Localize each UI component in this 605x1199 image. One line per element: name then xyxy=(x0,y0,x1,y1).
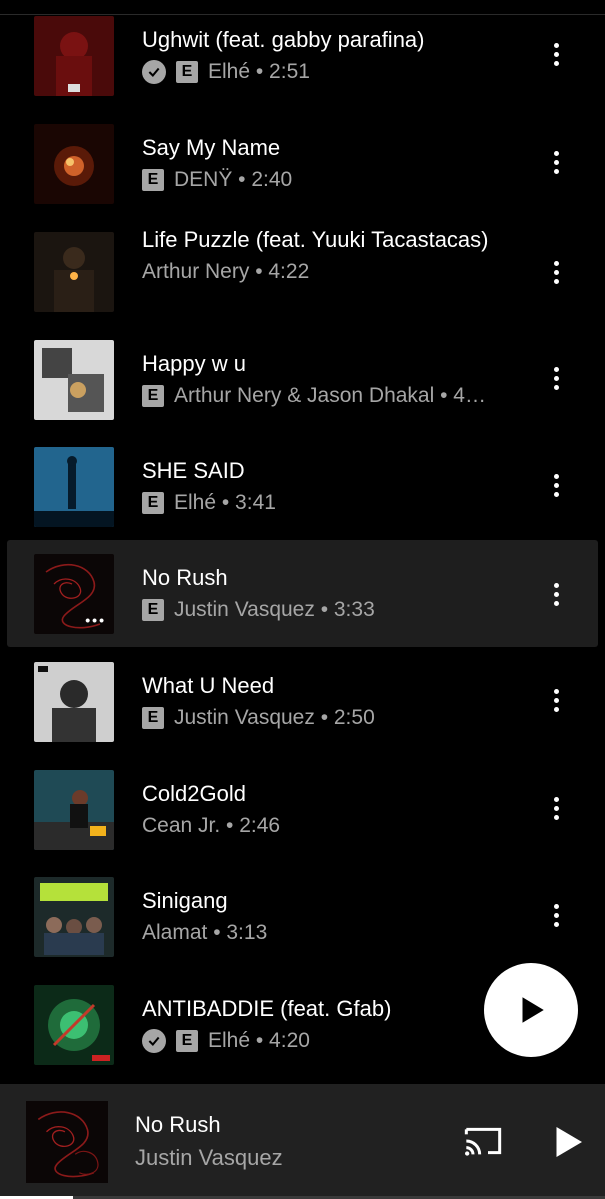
track-artist-duration: Elhé • 2:51 xyxy=(208,60,310,83)
track-title: Ughwit (feat. gabby parafina) xyxy=(142,27,425,52)
track-meta: Arthur Nery • 4:22 xyxy=(142,258,522,286)
track-row[interactable]: SHE SAID E Elhé • 3:41 xyxy=(0,431,605,538)
track-row[interactable]: Say My Name E DENŸ • 2:40 xyxy=(0,108,605,215)
track-artwork xyxy=(34,985,114,1065)
track-meta: E DENŸ • 2:40 xyxy=(142,166,522,194)
explicit-badge: E xyxy=(142,492,164,514)
play-icon xyxy=(522,997,544,1023)
track-meta: E Arthur Nery & Jason Dhakal • 4… xyxy=(142,382,522,410)
track-title: No Rush xyxy=(142,565,228,590)
track-artwork xyxy=(34,877,114,957)
track-meta: E Justin Vasquez • 2:50 xyxy=(142,704,522,732)
track-artwork xyxy=(34,232,114,312)
explicit-badge: E xyxy=(142,599,164,621)
track-info: What U Need E Justin Vasquez • 2:50 xyxy=(142,672,522,732)
track-row[interactable]: Ughwit (feat. gabby parafina) E Elhé • 2:5… xyxy=(0,0,605,107)
track-row[interactable]: Happy w u E Arthur Nery & Jason Dhakal • 4… xyxy=(0,324,605,431)
track-row[interactable]: ••• No Rush E Justin Vasquez • 3:33 xyxy=(0,540,605,647)
track-title: Happy w u xyxy=(142,351,246,376)
track-row[interactable]: What U Need E Justin Vasquez • 2:50 xyxy=(0,646,605,753)
explicit-badge: E xyxy=(176,61,198,83)
track-artist-duration: Elhé • 4:20 xyxy=(208,1029,310,1052)
track-meta: Cean Jr. • 2:46 xyxy=(142,812,522,840)
now-playing-indicator-icon: ••• xyxy=(85,612,106,628)
more-vert-icon[interactable] xyxy=(541,252,571,292)
track-row[interactable]: Life Puzzle (feat. Yuuki Tacastacas) Arth… xyxy=(0,216,605,323)
track-meta: E Elhé • 3:41 xyxy=(142,489,522,517)
track-info: Say My Name E DENŸ • 2:40 xyxy=(142,134,522,194)
explicit-badge: E xyxy=(176,1030,198,1052)
now-playing-artwork xyxy=(26,1101,108,1183)
track-artwork: ••• xyxy=(34,554,114,634)
cast-icon[interactable] xyxy=(463,1124,503,1158)
track-artwork xyxy=(34,447,114,527)
track-meta: E Justin Vasquez • 3:33 xyxy=(142,596,522,624)
track-title: Say My Name xyxy=(142,135,281,160)
track-meta: E Elhé • 2:51 xyxy=(142,58,522,86)
track-info: No Rush E Justin Vasquez • 3:33 xyxy=(142,564,522,624)
track-artwork xyxy=(34,770,114,850)
track-row[interactable]: Sinigang Alamat • 3:13 xyxy=(0,861,605,968)
track-artwork xyxy=(34,16,114,96)
more-vert-icon[interactable] xyxy=(541,142,571,182)
track-title: Life Puzzle (feat. Yuuki Tacastacas) xyxy=(142,227,489,252)
mini-player-play-icon[interactable] xyxy=(549,1124,585,1160)
track-artist-duration: Arthur Nery • 4:22 xyxy=(142,260,310,283)
track-title: SHE SAID xyxy=(142,458,245,483)
track-artwork xyxy=(34,340,114,420)
track-info: Ughwit (feat. gabby parafina) E Elhé • 2:5… xyxy=(142,26,522,86)
track-title: What U Need xyxy=(142,673,275,698)
more-vert-icon[interactable] xyxy=(541,895,571,935)
track-meta: Alamat • 3:13 xyxy=(142,919,522,947)
more-vert-icon[interactable] xyxy=(541,788,571,828)
check-circle-icon xyxy=(142,60,166,84)
now-playing-title: No Rush xyxy=(135,1112,221,1137)
more-vert-icon[interactable] xyxy=(541,358,571,398)
track-artwork xyxy=(34,124,114,204)
track-meta: E Elhé • 4:20 xyxy=(142,1027,522,1055)
track-artist-duration: Arthur Nery & Jason Dhakal • 4… xyxy=(174,384,486,407)
now-playing-artist: Justin Vasquez xyxy=(135,1145,283,1170)
track-artist-duration: DENŸ • 2:40 xyxy=(174,168,293,191)
track-info: SHE SAID E Elhé • 3:41 xyxy=(142,457,522,517)
track-row[interactable]: Cold2Gold Cean Jr. • 2:46 xyxy=(0,754,605,861)
more-vert-icon[interactable] xyxy=(541,465,571,505)
track-artist-duration: Cean Jr. • 2:46 xyxy=(142,814,281,837)
explicit-badge: E xyxy=(142,385,164,407)
track-title: Cold2Gold xyxy=(142,781,246,806)
track-info: Happy w u E Arthur Nery & Jason Dhakal • 4… xyxy=(142,350,522,410)
mini-player[interactable]: No Rush Justin Vasquez xyxy=(0,1084,605,1199)
track-artist-duration: Elhé • 3:41 xyxy=(174,491,276,514)
track-info: Cold2Gold Cean Jr. • 2:46 xyxy=(142,780,522,840)
track-artist-duration: Alamat • 3:13 xyxy=(142,921,268,944)
track-title: Sinigang xyxy=(142,888,228,913)
track-info: Sinigang Alamat • 3:13 xyxy=(142,887,522,947)
track-title: ANTIBADDIE (feat. Gfab) xyxy=(142,996,392,1021)
play-all-button[interactable] xyxy=(484,963,578,1057)
explicit-badge: E xyxy=(142,169,164,191)
track-info: Life Puzzle (feat. Yuuki Tacastacas) Arth… xyxy=(142,226,522,286)
track-artist-duration: Justin Vasquez • 2:50 xyxy=(174,706,375,729)
more-vert-icon[interactable] xyxy=(541,680,571,720)
check-circle-icon xyxy=(142,1029,166,1053)
explicit-badge: E xyxy=(142,707,164,729)
track-artwork xyxy=(34,662,114,742)
track-artist-duration: Justin Vasquez • 3:33 xyxy=(174,598,375,621)
more-vert-icon[interactable] xyxy=(541,34,571,74)
more-vert-icon[interactable] xyxy=(541,574,571,614)
track-info: ANTIBADDIE (feat. Gfab) E Elhé • 4:20 xyxy=(142,995,522,1055)
